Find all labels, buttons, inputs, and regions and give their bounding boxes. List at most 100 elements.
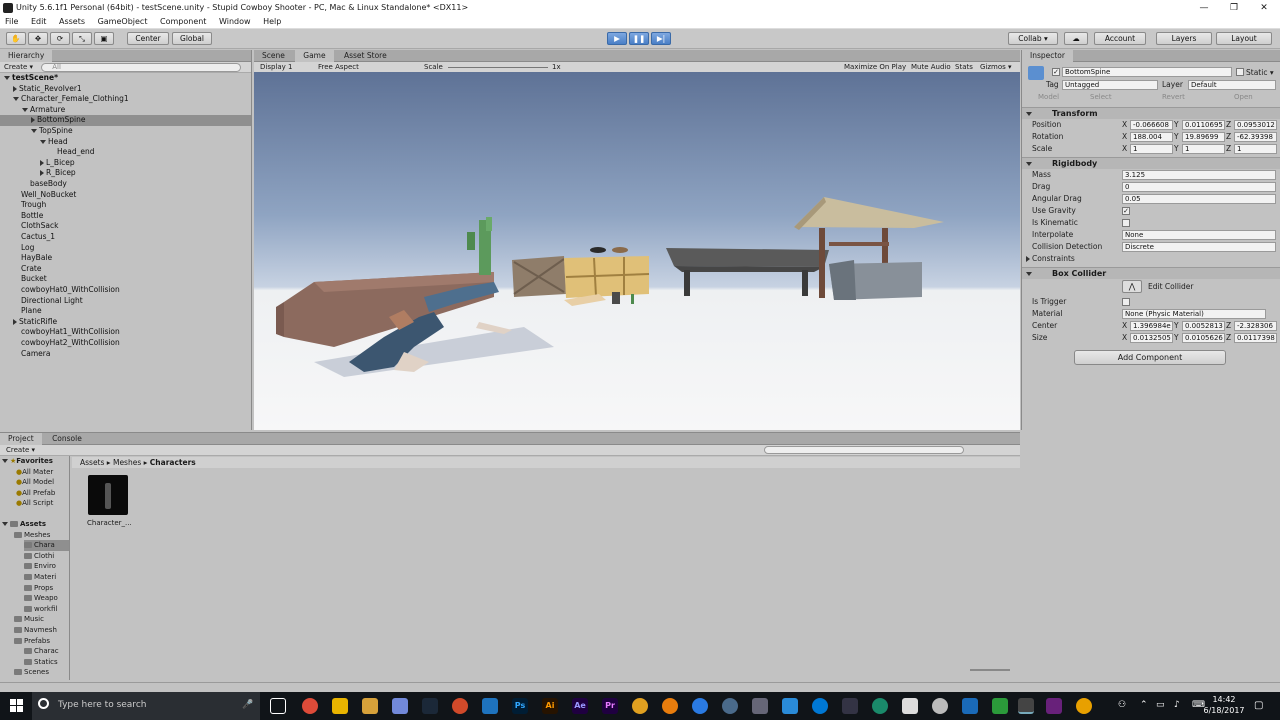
tab-inspector[interactable]: Inspector: [1022, 50, 1073, 62]
rotation-y-field[interactable]: 19.89699: [1182, 132, 1225, 142]
collab-button[interactable]: Collab ▾: [1008, 32, 1058, 45]
volume-icon[interactable]: ♪: [1174, 700, 1180, 710]
active-checkbox[interactable]: ✓: [1052, 68, 1060, 76]
center-z-field[interactable]: -2.328306: [1234, 321, 1277, 331]
hierarchy-item[interactable]: Trough: [0, 200, 251, 211]
hierarchy-item[interactable]: Crate: [0, 264, 251, 275]
game-viewport[interactable]: [254, 72, 1020, 430]
project-folder-item[interactable]: Props: [24, 583, 53, 594]
app2-icon[interactable]: [692, 698, 708, 714]
prefab-open-button[interactable]: Open: [1234, 92, 1253, 103]
breadcrumb-assets[interactable]: Assets: [80, 458, 104, 467]
layers-dropdown[interactable]: Layers: [1156, 32, 1212, 45]
move-tool-icon[interactable]: ✥: [28, 32, 48, 45]
photoshop-icon[interactable]: Ps: [512, 698, 528, 714]
project-folder-item[interactable]: Clothi: [24, 551, 54, 562]
visual-studio-icon[interactable]: [1046, 698, 1062, 714]
hierarchy-item[interactable]: cowboyHat1_WithCollision: [0, 327, 251, 338]
tab-console[interactable]: Console: [44, 433, 90, 445]
tag-dropdown[interactable]: Untagged: [1062, 80, 1158, 90]
size-z-field[interactable]: 0.0117398: [1234, 333, 1277, 343]
menu-component[interactable]: Component: [155, 16, 211, 28]
center-y-field[interactable]: 0.0052813: [1182, 321, 1225, 331]
rotation-z-field[interactable]: -62.39398: [1234, 132, 1277, 142]
hierarchy-item[interactable]: Armature: [0, 105, 251, 116]
hierarchy-item[interactable]: Plane: [0, 306, 251, 317]
app7-icon[interactable]: [842, 698, 858, 714]
project-folder-item[interactable]: Materi: [24, 572, 56, 583]
pause-button[interactable]: ❚❚: [629, 32, 649, 45]
cloud-icon[interactable]: ☁: [1064, 32, 1088, 45]
box-collider-header[interactable]: Box Collider: [1022, 267, 1280, 279]
menu-window[interactable]: Window: [214, 16, 256, 28]
hierarchy-item[interactable]: baseBody: [0, 179, 251, 190]
project-folder-item[interactable]: Meshes: [14, 530, 50, 541]
scale-slider[interactable]: [448, 67, 548, 68]
edit-collider-icon[interactable]: ⋀: [1122, 280, 1142, 293]
scale-tool-icon[interactable]: ⤡: [72, 32, 92, 45]
tab-hierarchy[interactable]: Hierarchy: [0, 50, 53, 62]
hierarchy-item[interactable]: Cactus_1: [0, 232, 251, 243]
object-name-field[interactable]: BottomSpine: [1062, 67, 1232, 77]
hierarchy-search-input[interactable]: All: [41, 62, 242, 72]
tab-project[interactable]: Project: [0, 433, 42, 445]
rect-tool-icon[interactable]: ▣: [94, 32, 114, 45]
project-folder-item[interactable]: Music: [14, 614, 44, 625]
blender-icon[interactable]: [662, 698, 678, 714]
expand-arrow-icon[interactable]: [40, 139, 46, 144]
windows-start-icon[interactable]: [10, 699, 24, 713]
hand-tool-icon[interactable]: ✋: [6, 32, 26, 45]
center-x-field[interactable]: 1.396984e: [1130, 321, 1173, 331]
prefab-select-button[interactable]: Select: [1090, 92, 1112, 103]
media-player-icon[interactable]: [362, 698, 378, 714]
clock-date[interactable]: 6/18/2017: [1200, 706, 1248, 715]
tab-asset-store[interactable]: Asset Store: [336, 50, 395, 62]
app9-icon[interactable]: [902, 698, 918, 714]
hierarchy-item[interactable]: Well_NoBucket: [0, 190, 251, 201]
hierarchy-item[interactable]: ClothSack: [0, 221, 251, 232]
play-button[interactable]: ▶: [607, 32, 627, 45]
static-dropdown[interactable]: Static ▾: [1246, 67, 1274, 78]
discord-icon[interactable]: [392, 698, 408, 714]
menu-file[interactable]: File: [0, 16, 23, 28]
hierarchy-item[interactable]: cowboyHat2_WithCollision: [0, 338, 251, 349]
tab-scene[interactable]: Scene: [254, 50, 293, 62]
app11-icon[interactable]: [962, 698, 978, 714]
premiere-icon[interactable]: Pr: [602, 698, 618, 714]
file-explorer-icon[interactable]: [332, 698, 348, 714]
position-z-field[interactable]: 0.0953012: [1234, 120, 1277, 130]
menu-assets[interactable]: Assets: [54, 16, 90, 28]
is-kinematic-checkbox[interactable]: [1122, 219, 1130, 227]
mass-field[interactable]: 3.125: [1122, 170, 1276, 180]
project-search-input[interactable]: [764, 446, 964, 454]
layout-dropdown[interactable]: Layout: [1216, 32, 1272, 45]
layer-dropdown[interactable]: Default: [1188, 80, 1276, 90]
origin-icon[interactable]: [452, 698, 468, 714]
hierarchy-item[interactable]: HayBale: [0, 253, 251, 264]
hierarchy-create-button[interactable]: Create ▾: [4, 63, 33, 71]
angular-drag-field[interactable]: 0.05: [1122, 194, 1276, 204]
app4-icon[interactable]: [752, 698, 768, 714]
favorite-item[interactable]: ●All Mater: [16, 467, 53, 478]
tab-game[interactable]: Game: [295, 50, 334, 62]
size-x-field[interactable]: 0.0132505: [1130, 333, 1173, 343]
favorite-item[interactable]: ●All Prefab: [16, 488, 55, 499]
people-icon[interactable]: ⚇: [1118, 700, 1126, 710]
project-create-button[interactable]: Create ▾: [6, 445, 35, 456]
breadcrumb-meshes[interactable]: Meshes: [113, 458, 141, 467]
scale-x-field[interactable]: 1: [1130, 144, 1173, 154]
favorites-header[interactable]: ★Favorites: [0, 456, 53, 467]
after-effects-icon[interactable]: Ae: [572, 698, 588, 714]
tray-expand-icon[interactable]: ⌃: [1140, 700, 1148, 710]
hierarchy-item[interactable]: Static_Revolver1: [0, 84, 251, 95]
illustrator-icon[interactable]: Ai: [542, 698, 558, 714]
transform-header[interactable]: Transform: [1022, 107, 1280, 119]
vlc-icon[interactable]: [632, 698, 648, 714]
hierarchy-item[interactable]: cowboyHat0_WithCollision: [0, 285, 251, 296]
collision-detection-dropdown[interactable]: Discrete: [1122, 242, 1276, 252]
notifications-icon[interactable]: ▢: [1254, 700, 1263, 711]
hierarchy-item[interactable]: BottomSpine: [0, 115, 251, 126]
is-trigger-checkbox[interactable]: [1122, 298, 1130, 306]
position-y-field[interactable]: 0.0110695: [1182, 120, 1225, 130]
scale-z-field[interactable]: 1: [1234, 144, 1277, 154]
